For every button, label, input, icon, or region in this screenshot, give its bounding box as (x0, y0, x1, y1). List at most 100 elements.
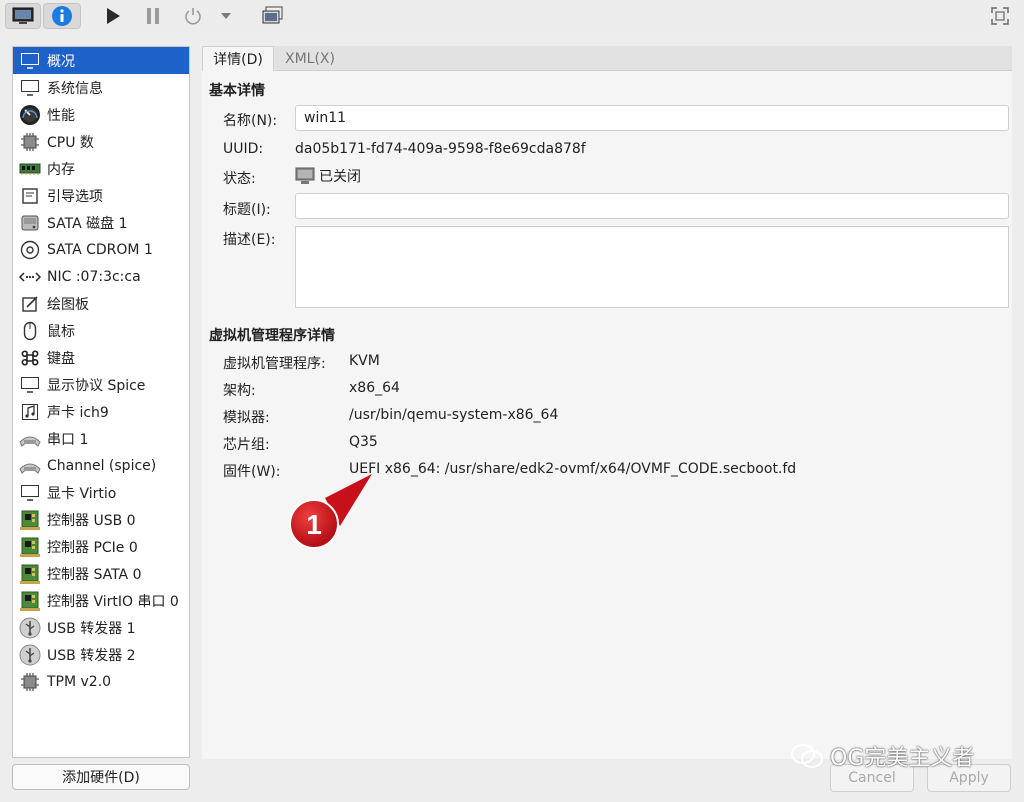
add-hardware-button[interactable]: 添加硬件(D) (12, 764, 190, 790)
chip-icon (13, 132, 47, 152)
sidebar-item-label: 性能 (47, 107, 75, 124)
status-label: 状态: (223, 171, 256, 187)
monitor-icon (13, 484, 47, 502)
name-label: 名称(N): (223, 113, 278, 129)
sidebar-item[interactable]: 引导选项 (13, 182, 189, 209)
hypervisor-details-heading: 虚拟机管理程序详情 (209, 328, 335, 344)
boot-icon (13, 187, 47, 205)
wechat-icon (791, 744, 823, 768)
status-value: 已关闭 (295, 166, 361, 186)
architecture-label: 架构: (223, 383, 256, 399)
sidebar-item-label: 鼠标 (47, 323, 75, 340)
hypervisor-label: 虚拟机管理程序: (223, 356, 326, 372)
monitor-icon (12, 7, 34, 24)
toolbar (0, 0, 1024, 33)
sidebar-item[interactable]: 控制器 USB 0 (13, 506, 189, 533)
pause-icon (147, 8, 159, 24)
serial-icon (13, 430, 47, 448)
sidebar-item[interactable]: 概况 (13, 47, 189, 74)
chip-icon (13, 672, 47, 692)
sidebar-item[interactable]: 串口 1 (13, 425, 189, 452)
console-view-button[interactable] (5, 3, 41, 29)
watermark-text: OG完美主义者 (830, 746, 975, 771)
tablet-icon (13, 295, 47, 313)
sidebar-item[interactable]: SATA CDROM 1 (13, 236, 189, 263)
sidebar-item-label: CPU 数 (47, 134, 94, 151)
usb-icon (13, 617, 47, 639)
info-icon (52, 6, 72, 26)
hypervisor-value: KVM (349, 353, 380, 369)
description-textarea[interactable] (295, 226, 1009, 308)
sidebar-item[interactable]: TPM v2.0 (13, 668, 189, 695)
details-view-button[interactable] (43, 3, 81, 29)
sidebar-item[interactable]: 显示协议 Spice (13, 371, 189, 398)
sidebar-item[interactable]: 声卡 ich9 (13, 398, 189, 425)
sidebar-item-label: 显示协议 Spice (47, 377, 146, 394)
sidebar-item[interactable]: 控制器 SATA 0 (13, 560, 189, 587)
sidebar-item-label: 引导选项 (47, 188, 103, 205)
cdrom-icon (13, 240, 47, 260)
run-button[interactable] (98, 3, 128, 29)
chevron-down-icon (221, 13, 231, 19)
snapshots-button[interactable] (258, 3, 288, 29)
sidebar-item-label: Channel (spice) (47, 457, 157, 474)
sidebar-item[interactable]: 显卡 Virtio (13, 479, 189, 506)
sidebar-item[interactable]: 鼠标 (13, 317, 189, 344)
sidebar-item-label: 串口 1 (47, 431, 89, 448)
sidebar-item-label: 控制器 PCIe 0 (47, 539, 138, 556)
tab-bar: 详情(D) XML(X) (202, 46, 1012, 71)
sidebar-item[interactable]: 键盘 (13, 344, 189, 371)
disk-icon (13, 214, 47, 232)
play-icon (107, 8, 120, 24)
fullscreen-button[interactable] (986, 3, 1014, 29)
sidebar-item-label: 显卡 Virtio (47, 485, 117, 502)
sidebar-item[interactable]: 系统信息 (13, 74, 189, 101)
sidebar-item[interactable]: 绘图板 (13, 290, 189, 317)
sidebar-item[interactable]: SATA 磁盘 1 (13, 209, 189, 236)
firmware-label: 固件(W): (223, 464, 281, 480)
uuid-value: da05b171-fd74-409a-9598-f8e69cda878f (295, 141, 586, 157)
title-label: 标题(I): (223, 202, 271, 218)
sidebar-item-label: 键盘 (47, 350, 75, 367)
fullscreen-icon (991, 7, 1009, 25)
emulator-label: 模拟器: (223, 410, 270, 426)
shutdown-button[interactable] (178, 3, 208, 29)
mouse-icon (13, 321, 47, 341)
snapshots-icon (262, 6, 283, 24)
sidebar-item-label: USB 转发器 1 (47, 620, 136, 637)
name-input[interactable] (295, 105, 1009, 131)
monitor-icon (13, 79, 47, 97)
vm-stopped-icon (295, 167, 315, 184)
sidebar-item[interactable]: Channel (spice) (13, 452, 189, 479)
keyboard-icon (13, 349, 47, 367)
callout-number: 1 (306, 509, 322, 540)
firmware-value: UEFI x86_64: /usr/share/edk2-ovmf/x64/OV… (349, 461, 797, 477)
sidebar-item[interactable]: 控制器 PCIe 0 (13, 533, 189, 560)
serial-icon (13, 457, 47, 475)
sidebar-item-label: 声卡 ich9 (47, 404, 109, 421)
title-input[interactable] (295, 193, 1009, 219)
sidebar-item-label: USB 转发器 2 (47, 647, 136, 664)
controller-icon (13, 509, 47, 531)
sidebar-item[interactable]: CPU 数 (13, 128, 189, 155)
sidebar-item[interactable]: 内存 (13, 155, 189, 182)
sidebar-item[interactable]: 控制器 VirtIO 串口 0 (13, 587, 189, 614)
power-icon (185, 8, 201, 25)
sidebar-item-label: 控制器 SATA 0 (47, 566, 142, 583)
tab-details[interactable]: 详情(D) (202, 46, 274, 71)
sidebar-item[interactable]: USB 转发器 1 (13, 614, 189, 641)
sidebar-item[interactable]: USB 转发器 2 (13, 641, 189, 668)
basic-details-heading: 基本详情 (209, 83, 265, 99)
sidebar-item-label: SATA CDROM 1 (47, 241, 153, 258)
tab-xml[interactable]: XML(X) (274, 46, 346, 71)
network-icon (13, 271, 47, 283)
sidebar-item-label: TPM v2.0 (47, 673, 112, 690)
sidebar-item[interactable]: 性能 (13, 101, 189, 128)
sidebar-item[interactable]: NIC :07:3c:ca (13, 263, 189, 290)
sidebar-item-label: 内存 (47, 161, 75, 178)
shutdown-menu-button[interactable] (213, 3, 239, 29)
watermark: OG完美主义者 (790, 740, 974, 772)
sidebar-item-label: NIC :07:3c:ca (47, 268, 141, 285)
pause-button[interactable] (138, 3, 168, 29)
sidebar-item-label: 控制器 VirtIO 串口 0 (47, 593, 179, 610)
